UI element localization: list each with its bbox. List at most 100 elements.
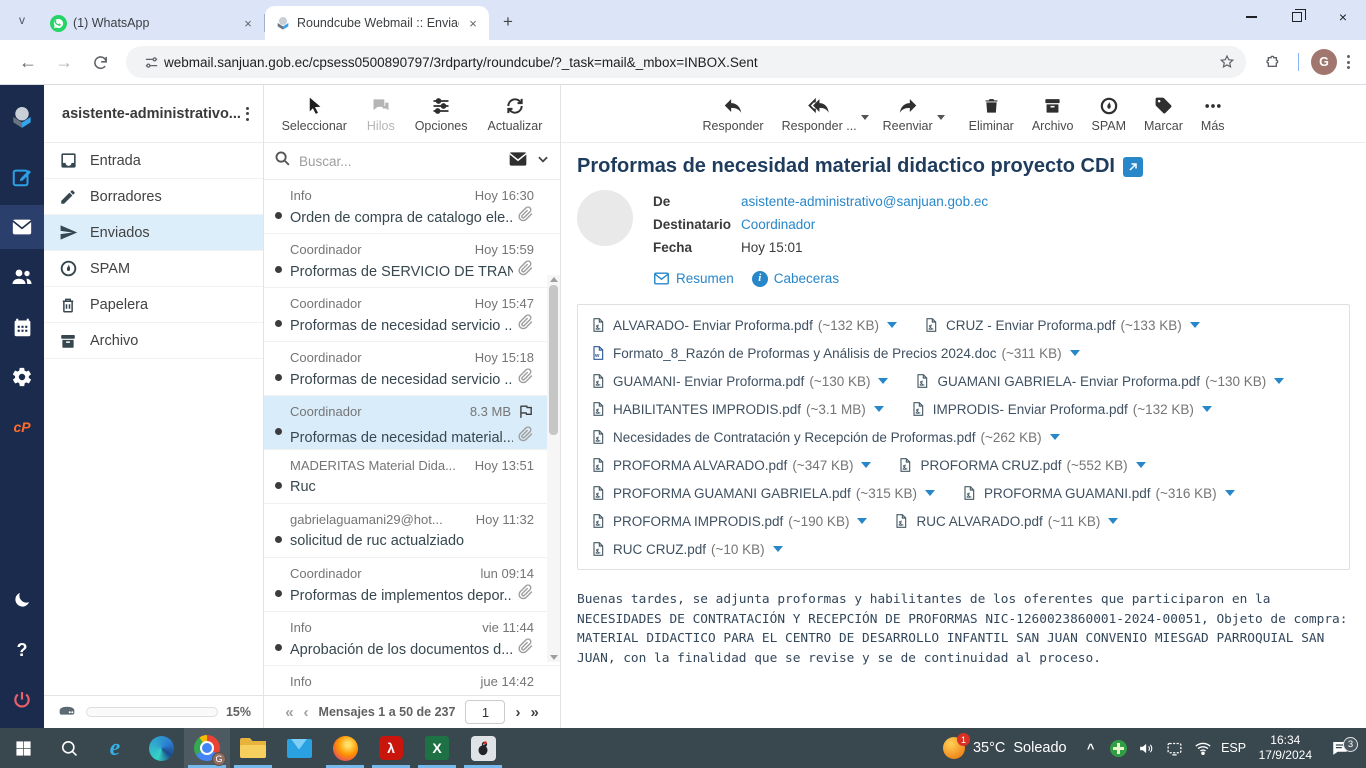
calendar-nav-button[interactable] [0, 305, 44, 349]
dark-mode-icon[interactable] [0, 578, 44, 622]
java-app-icon[interactable] [460, 728, 506, 768]
attachment-menu-caret-icon[interactable] [1049, 434, 1060, 440]
message-row[interactable]: Coordinador Hoy 15:59 Proformas de SERVI… [264, 234, 560, 288]
attachment-menu-caret-icon[interactable] [924, 490, 935, 496]
attachment-menu-caret-icon[interactable] [1189, 322, 1200, 328]
new-tab-button[interactable]: + [495, 9, 521, 35]
folder-papelera[interactable]: Papelera [44, 287, 263, 323]
tab-search-chevron-icon[interactable]: v [8, 6, 36, 34]
summary-button[interactable]: Resumen [653, 267, 734, 290]
message-row[interactable]: gabrielaguamani29@hot... Hoy 11:32 solic… [264, 504, 560, 558]
compose-button[interactable] [0, 155, 44, 199]
chrome-icon[interactable]: G [184, 728, 230, 768]
attachment-menu-caret-icon[interactable] [1135, 462, 1146, 468]
list-scrollbar[interactable] [547, 275, 560, 662]
language-indicator[interactable]: ESP [1217, 741, 1251, 755]
message-row[interactable]: Info vie 11:44 Aprobación de los documen… [264, 612, 560, 666]
reply-all-caret-icon[interactable] [860, 114, 869, 120]
select-button[interactable]: Seleccionar [274, 91, 355, 137]
attachment-menu-caret-icon[interactable] [857, 518, 868, 524]
wifi-icon[interactable] [1189, 739, 1217, 757]
attachment-menu-caret-icon[interactable] [887, 322, 897, 328]
forward-caret-icon[interactable] [936, 114, 945, 120]
forward-icon[interactable]: → [49, 47, 79, 77]
open-in-new-window-icon[interactable] [1122, 156, 1143, 177]
message-row[interactable]: Coordinador Hoy 15:18 Proformas de neces… [264, 342, 560, 396]
contacts-nav-button[interactable] [0, 255, 44, 299]
message-row[interactable]: Info Hoy 16:30 Orden de compra de catalo… [264, 180, 560, 234]
delete-button[interactable]: Eliminar [961, 91, 1022, 137]
reply-button[interactable]: Responder [694, 91, 771, 137]
edge-icon[interactable] [138, 728, 184, 768]
minimize-button[interactable] [1228, 0, 1274, 34]
attachment-item[interactable]: PROFORMA IMPRODIS.pdf (~190 KB) [590, 507, 868, 535]
mail-nav-button[interactable] [0, 205, 44, 249]
more-button[interactable]: Más [1193, 91, 1233, 137]
attachment-item[interactable]: PROFORMA GUAMANI GABRIELA.pdf (~315 KB) [590, 479, 935, 507]
attachment-item[interactable]: GUAMANI- Enviar Proforma.pdf (~130 KB) [590, 367, 889, 395]
attachment-item[interactable]: Necesidades de Contratación y Recepción … [590, 423, 1337, 451]
attachment-menu-caret-icon[interactable] [873, 406, 884, 412]
bookmark-star-icon[interactable] [1214, 49, 1240, 75]
attachment-item[interactable]: GUAMANI GABRIELA- Enviar Proforma.pdf (~… [914, 367, 1285, 395]
to-link[interactable]: Coordinador [741, 217, 815, 232]
firefox-icon[interactable] [322, 728, 368, 768]
weather-widget[interactable]: 1 35°C Soleado [933, 733, 1077, 759]
tab-close-icon[interactable]: × [240, 15, 256, 31]
browser-menu-icon[interactable] [1341, 49, 1356, 75]
tray-chevron-icon[interactable]: ^ [1077, 741, 1105, 756]
notification-center-icon[interactable]: 3 [1320, 737, 1360, 757]
attachment-menu-caret-icon[interactable] [1108, 518, 1119, 524]
internet-explorer-icon[interactable]: e [92, 728, 138, 768]
attachment-item[interactable]: CRUZ - Enviar Proforma.pdf (~133 KB) [923, 311, 1200, 339]
attachment-item[interactable]: HABILITANTES IMPRODIS.pdf (~3.1 MB) [590, 395, 884, 423]
volume-icon[interactable] [1133, 740, 1161, 757]
logout-power-icon[interactable] [0, 678, 44, 722]
search-input[interactable] [299, 153, 500, 169]
attachment-menu-caret-icon[interactable] [1224, 490, 1235, 496]
attachment-item[interactable]: ALVARADO- Enviar Proforma.pdf (~132 KB) [590, 311, 897, 339]
message-row[interactable]: Coordinador 8.3 MB Proformas de necesida… [264, 396, 560, 450]
attachment-menu-caret-icon[interactable] [1069, 350, 1080, 356]
message-row[interactable]: Coordinador Hoy 15:47 Proformas de neces… [264, 288, 560, 342]
refresh-list-button[interactable]: Actualizar [480, 91, 551, 137]
folder-enviados[interactable]: Enviados [44, 215, 263, 251]
folder-borradores[interactable]: Borradores [44, 179, 263, 215]
url-bar[interactable]: webmail.sanjuan.gob.ec/cpsess0500890797/… [126, 46, 1246, 78]
extensions-icon[interactable] [1257, 47, 1287, 77]
file-explorer-icon[interactable] [230, 728, 276, 768]
folder-archivo[interactable]: Archivo [44, 323, 263, 359]
refresh-icon[interactable] [85, 47, 115, 77]
cast-screen-icon[interactable] [1161, 740, 1189, 757]
excel-icon[interactable]: X [414, 728, 460, 768]
browser-profile-avatar[interactable]: G [1311, 49, 1337, 75]
tab-roundcube[interactable]: Roundcube Webmail :: Enviados × [265, 6, 489, 40]
acrobat-icon[interactable]: λ [368, 728, 414, 768]
attachment-menu-caret-icon[interactable] [1201, 406, 1212, 412]
attachment-item[interactable]: RUC CRUZ.pdf (~10 KB) [590, 535, 783, 563]
from-address-link[interactable]: asistente-administrativo@sanjuan.gob.ec [741, 194, 988, 209]
message-row[interactable]: Info jue 14:42 [264, 666, 560, 695]
options-button[interactable]: Opciones [407, 91, 476, 137]
last-page-icon[interactable]: » [530, 704, 538, 721]
cpanel-icon[interactable]: cP [0, 405, 44, 449]
attachment-item[interactable]: w Formato_8_Razón de Proformas y Análisi… [590, 339, 1337, 367]
search-options-chevron-icon[interactable] [536, 152, 550, 171]
attachment-menu-caret-icon[interactable] [1274, 378, 1285, 384]
attachment-menu-caret-icon[interactable] [772, 546, 783, 552]
attachment-item[interactable]: PROFORMA GUAMANI.pdf (~316 KB) [961, 479, 1235, 507]
tab-whatsapp[interactable]: (1) WhatsApp × [40, 6, 264, 40]
attachment-item[interactable]: RUC ALVARADO.pdf (~11 KB) [893, 507, 1119, 535]
forward-button[interactable]: Reenviar [875, 91, 945, 137]
clock[interactable]: 16:34 17/9/2024 [1251, 733, 1320, 763]
attachment-item[interactable]: PROFORMA ALVARADO.pdf (~347 KB) [590, 451, 872, 479]
attachment-menu-caret-icon[interactable] [861, 462, 872, 468]
antivirus-shield-icon[interactable] [1105, 739, 1133, 757]
settings-nav-button[interactable] [0, 355, 44, 399]
page-number-input[interactable] [465, 700, 506, 724]
folder-options-icon[interactable] [240, 101, 255, 127]
help-icon[interactable]: ? [0, 628, 44, 672]
close-button[interactable]: × [1320, 0, 1366, 34]
site-info-icon[interactable] [138, 49, 164, 75]
message-row[interactable]: Coordinador lun 09:14 Proformas de imple… [264, 558, 560, 612]
